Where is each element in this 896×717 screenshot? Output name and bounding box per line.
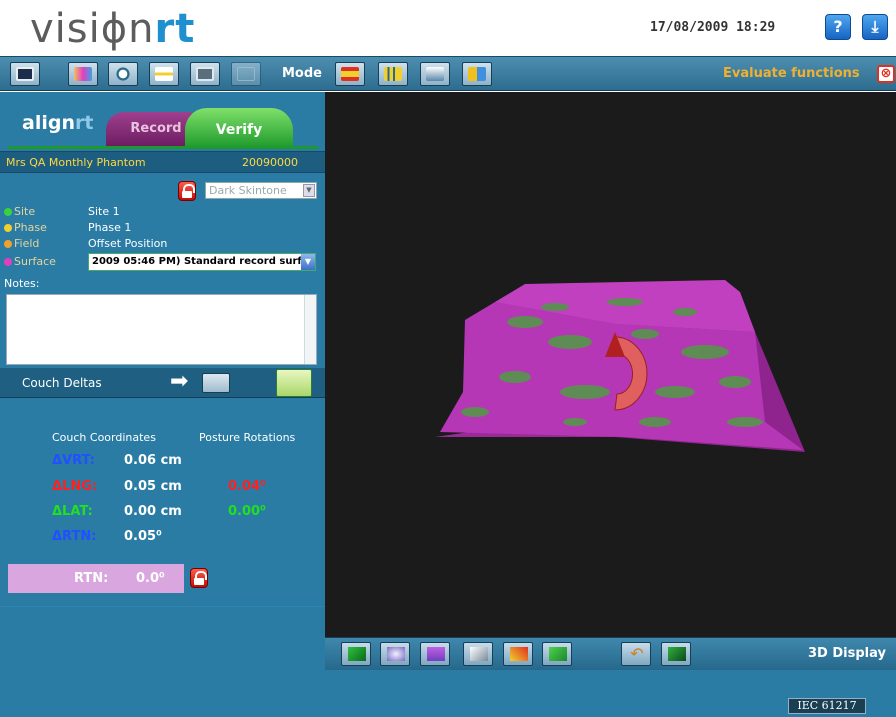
skintone-lock-icon[interactable] xyxy=(178,181,196,201)
waveform-icon xyxy=(237,67,255,81)
notes-scrollbar[interactable] xyxy=(304,295,316,364)
side-view-button[interactable] xyxy=(463,642,493,666)
treatment-button[interactable] xyxy=(420,62,450,86)
datetime: 17/08/2009 18:29 xyxy=(650,20,776,35)
rtn-bar: RTN: 0.0⁰ xyxy=(8,564,184,593)
couch-deltas-label: Couch Deltas xyxy=(22,376,102,390)
view-toolbar: ↶ 3D Display xyxy=(325,637,896,670)
camera-button[interactable] xyxy=(190,62,220,86)
surface-render xyxy=(435,280,805,452)
green-view-icon xyxy=(348,647,366,661)
rotation-lng-value: 0.04⁰ xyxy=(228,479,266,494)
delta-rtn-value: 0.05⁰ xyxy=(124,529,162,544)
main-toolbar: Mode Evaluate functions ⊗ xyxy=(0,56,896,91)
mesh-view-button[interactable] xyxy=(380,642,410,666)
beam-icon xyxy=(426,67,444,81)
surface-icon xyxy=(4,258,12,266)
delta-lng-value: 0.05 cm xyxy=(124,479,182,494)
help-button[interactable]: ? xyxy=(825,14,851,40)
couch-button[interactable] xyxy=(149,62,179,86)
visionrt-logo: visiɸnrt xyxy=(30,6,196,52)
heatmap-view-button[interactable] xyxy=(420,642,450,666)
undo-button[interactable]: ↶ xyxy=(621,642,651,666)
axis-icon xyxy=(510,647,528,661)
reset-view-button[interactable] xyxy=(661,642,691,666)
couch-icon xyxy=(155,67,173,81)
chevron-down-icon: ▼ xyxy=(301,254,315,270)
posture-rotations-header: Posture Rotations xyxy=(199,431,296,444)
left-panel: alignrt Record Verify Mrs QA Monthly Pha… xyxy=(0,92,325,670)
download-icon: ⤓ xyxy=(871,17,879,36)
divider xyxy=(0,606,325,607)
download-button[interactable]: ⤓ xyxy=(862,14,888,40)
waveform-button[interactable] xyxy=(231,62,261,86)
bar-graph-button[interactable] xyxy=(378,62,408,86)
coordinate-standard-badge: IEC 61217 xyxy=(788,698,866,714)
surface-select[interactable]: 2009 05:46 PM) Standard record surface ▼ xyxy=(88,253,316,271)
rtn-label: RTN: xyxy=(74,571,109,586)
floppy-icon xyxy=(16,67,34,81)
alignrt-app: visiɸnrt 17/08/2009 18:29 ? ⤓ Mode Evalu… xyxy=(0,0,896,717)
compare-people-icon xyxy=(468,67,486,81)
patient-name: Mrs QA Monthly Phantom xyxy=(6,156,146,169)
chevron-down-icon: ▼ xyxy=(303,184,315,197)
notes-label: Notes: xyxy=(4,277,40,290)
tab-underline xyxy=(8,146,318,149)
camera-icon xyxy=(196,67,214,81)
green-surface-icon xyxy=(549,647,567,661)
zoom-button[interactable] xyxy=(108,62,138,86)
status-bar: IEC 61217 xyxy=(0,670,896,717)
green-surface-button[interactable] xyxy=(542,642,572,666)
field-icon xyxy=(4,240,12,248)
site-icon xyxy=(4,208,12,216)
undo-icon: ↶ xyxy=(630,644,644,663)
apply-deltas-button[interactable] xyxy=(202,373,230,393)
tab-verify[interactable]: Verify xyxy=(185,108,293,148)
question-icon: ? xyxy=(833,17,843,36)
notes-textarea[interactable] xyxy=(6,294,317,365)
rotation-lat-value: 0.00⁰ xyxy=(228,504,266,519)
axis-view-button[interactable] xyxy=(503,642,533,666)
alignrt-brand: alignrt xyxy=(22,112,94,134)
delta-lng-label: ΔLNG: xyxy=(52,479,98,494)
couch-move-icon xyxy=(341,67,359,81)
rtn-lock-icon[interactable] xyxy=(190,568,208,588)
couch-coordinates-header: Couch Coordinates xyxy=(52,431,156,444)
couch-deltas-bar: Couch Deltas ➡ xyxy=(0,368,325,398)
patient-bar: Mrs QA Monthly Phantom 20090000 xyxy=(0,151,325,173)
reset-view-icon xyxy=(668,647,686,661)
heatmap-icon xyxy=(427,647,445,661)
delta-lat-label: ΔLAT: xyxy=(52,504,93,519)
header: visiɸnrt 17/08/2009 18:29 ? ⤓ xyxy=(0,0,896,56)
patient-setup-button[interactable] xyxy=(68,62,98,86)
compare-button[interactable] xyxy=(462,62,492,86)
save-button[interactable] xyxy=(10,62,40,86)
delta-vrt-label: ΔVRT: xyxy=(52,453,95,468)
view-front-button[interactable] xyxy=(341,642,371,666)
patient-id: 20090000 xyxy=(242,156,298,169)
delta-lat-value: 0.00 cm xyxy=(124,504,182,519)
magnifier-icon xyxy=(114,67,132,81)
evaluate-functions-label: Evaluate functions xyxy=(723,66,860,81)
side-view-icon xyxy=(470,647,488,661)
mode-label: Mode xyxy=(282,66,322,81)
patient-icon xyxy=(74,67,92,81)
close-button[interactable]: ⊗ xyxy=(877,65,895,83)
phase-icon xyxy=(4,224,12,232)
skintone-select[interactable]: Dark Skintone ▼ xyxy=(205,182,317,199)
couch-move-button[interactable] xyxy=(335,62,365,86)
delta-rtn-label: ΔRTN: xyxy=(52,529,97,544)
3d-viewport[interactable] xyxy=(325,92,896,637)
display-mode-label: 3D Display xyxy=(808,646,886,661)
close-icon: ⊗ xyxy=(880,66,892,81)
couch-transfer-button[interactable] xyxy=(276,369,312,397)
mesh-icon xyxy=(387,647,405,661)
arrow-right-icon: ➡ xyxy=(170,369,189,394)
delta-vrt-value: 0.06 cm xyxy=(124,453,182,468)
bar-chart-icon xyxy=(384,67,402,81)
rtn-value: 0.0⁰ xyxy=(136,571,165,586)
